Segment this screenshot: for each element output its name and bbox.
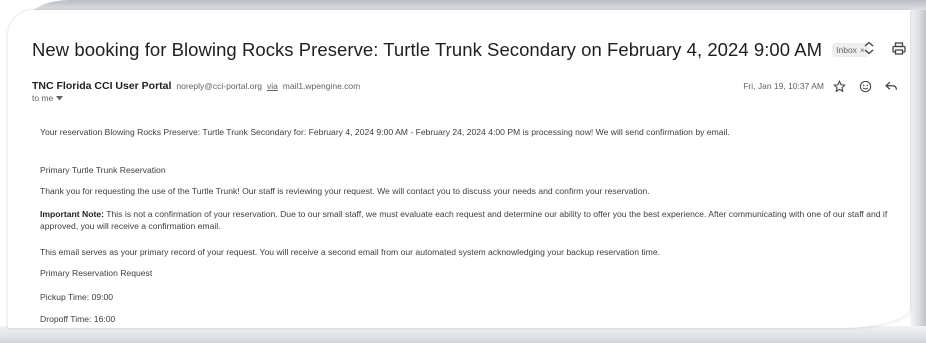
important-note-label: Important Note: — [40, 209, 104, 219]
thread-actions — [862, 41, 906, 55]
page-curl-bottom — [0, 326, 926, 343]
email-date: Fri, Jan 19, 10:37 AM — [743, 81, 824, 91]
via-text: via — [266, 81, 278, 91]
body-paragraph-6: Primary Reservation Request — [40, 268, 153, 278]
important-note-paragraph: Important Note: This is not a confirmati… — [40, 208, 900, 232]
message-actions — [832, 79, 898, 93]
recipient-toggle[interactable]: to me — [32, 93, 64, 103]
expand-collapse-icon[interactable] — [862, 41, 876, 55]
body-paragraph-2: Primary Turtle Trunk Reservation — [40, 165, 166, 175]
chevron-down-icon — [56, 93, 64, 103]
reply-icon[interactable] — [884, 79, 898, 93]
page-curl-right — [910, 10, 926, 343]
sender-name[interactable]: TNC Florida CCI User Portal — [32, 80, 171, 92]
email-subject: New booking for Blowing Rocks Preserve: … — [32, 39, 823, 60]
star-icon[interactable] — [832, 79, 846, 93]
body-paragraph-1: Your reservation Blowing Rocks Preserve:… — [40, 127, 730, 137]
body-paragraph-3: Thank you for requesting the use of the … — [40, 186, 650, 196]
email-view: New booking for Blowing Rocks Preserve: … — [8, 10, 910, 328]
to-me-label: to me — [32, 93, 54, 103]
body-paragraph-5: This email serves as your primary record… — [40, 247, 660, 257]
inbox-label-text: Inbox — [836, 45, 857, 55]
subject-row: New booking for Blowing Rocks Preserve: … — [32, 37, 892, 63]
via-domain: mail1.wpengine.com — [282, 81, 361, 91]
emoji-reaction-icon[interactable] — [858, 79, 872, 93]
important-note-text: This is not a confirmation of your reser… — [40, 209, 888, 231]
print-icon[interactable] — [892, 41, 906, 55]
dropoff-time: Dropoff Time: 16:00 — [40, 314, 116, 324]
pickup-time: Pickup Time: 09:00 — [40, 292, 114, 302]
sender-email: noreply@cci-portal.org — [176, 81, 263, 91]
